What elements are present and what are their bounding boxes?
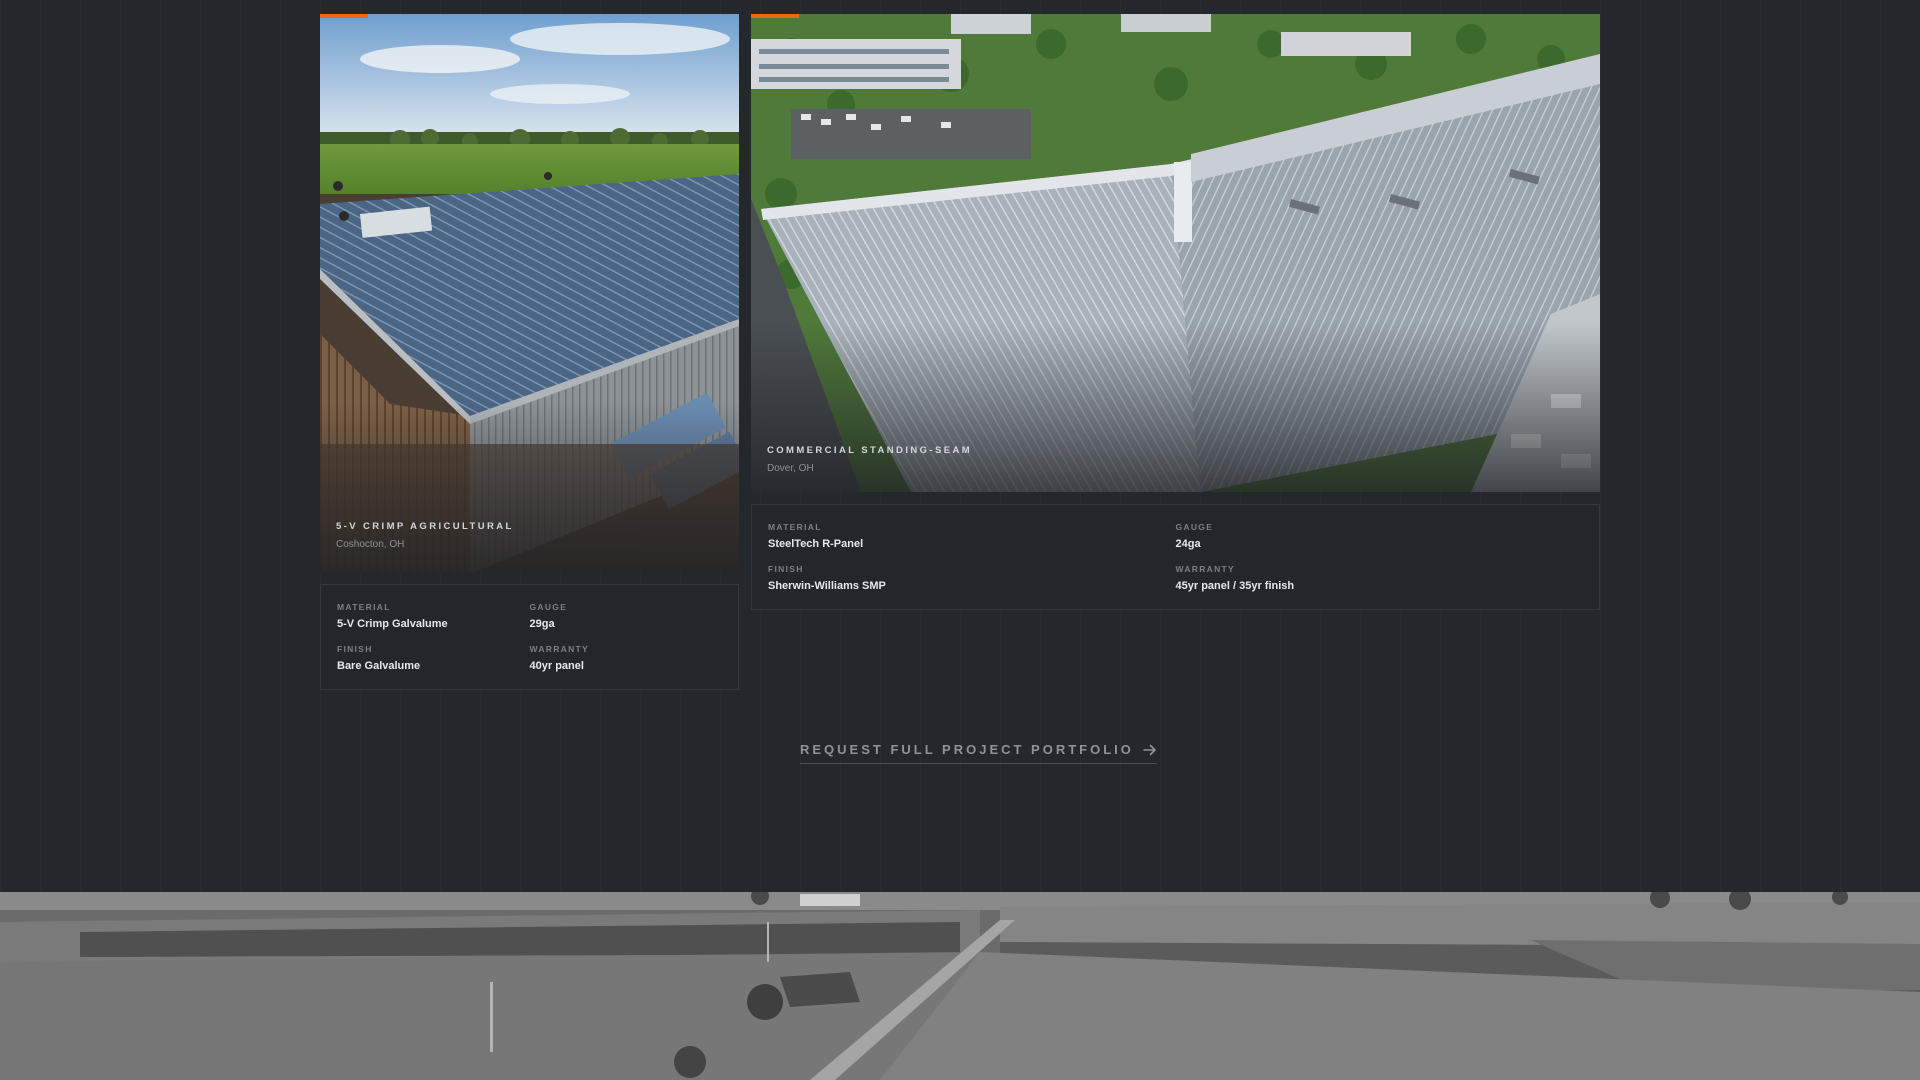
project-card-agricultural[interactable]: 5-V Crimp Agricultural Coshocton, OH Mat… <box>320 14 739 690</box>
project-photo: 5-V Crimp Agricultural Coshocton, OH <box>320 14 739 572</box>
spec-material: Material SteelTech R-Panel <box>768 522 864 550</box>
project-photo: Commercial Standing-Seam Dover, OH <box>751 14 1600 492</box>
spec-warranty: Warranty 40yr panel <box>529 644 590 672</box>
project-specs: Material 5-V Crimp Galvalume Gauge 29ga … <box>320 584 739 690</box>
spec-finish: Finish Bare Galvalume <box>337 644 421 672</box>
project-title: 5-V Crimp Agricultural <box>336 521 514 532</box>
accent-bar <box>751 14 799 18</box>
project-caption: 5-V Crimp Agricultural Coshocton, OH <box>336 521 514 550</box>
spec-gauge: Gauge 24ga <box>1175 522 1214 550</box>
arrow-right-icon <box>1143 744 1156 755</box>
project-location: Dover, OH <box>767 463 814 474</box>
accent-bar <box>320 14 368 18</box>
footer-farmland-photo <box>0 892 1920 1080</box>
spec-gauge: Gauge 29ga <box>529 602 568 630</box>
spec-warranty: Warranty 45yr panel / 35yr finish <box>1175 564 1295 592</box>
request-portfolio-link[interactable]: Request Full Project Portfolio <box>800 742 1157 764</box>
project-specs: Material SteelTech R-Panel Gauge 24ga Fi… <box>751 504 1600 610</box>
project-caption: Commercial Standing-Seam Dover, OH <box>767 445 972 474</box>
project-location: Coshocton, OH <box>336 539 405 550</box>
spec-finish: Finish Sherwin-Williams SMP <box>768 564 886 592</box>
project-card-commercial[interactable]: Commercial Standing-Seam Dover, OH Mater… <box>751 14 1600 610</box>
request-portfolio-label: Request Full Project Portfolio <box>800 742 1134 757</box>
farmland-photo <box>0 892 1920 1080</box>
project-title: Commercial Standing-Seam <box>767 445 973 456</box>
spec-material: Material 5-V Crimp Galvalume <box>337 602 448 630</box>
